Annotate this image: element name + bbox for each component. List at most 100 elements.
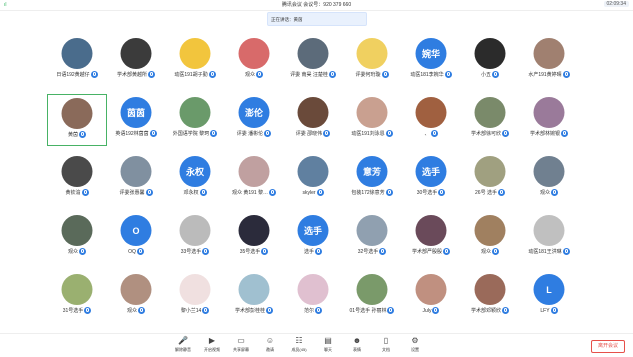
avatar — [356, 215, 388, 246]
meeting-id[interactable]: 920 379 660 — [323, 2, 351, 8]
participant-tile[interactable]: 评委 邵晓伟 — [283, 94, 343, 146]
avatar — [120, 156, 152, 187]
participant-tile[interactable]: 选手 选手 — [283, 212, 343, 264]
participant-tile[interactable]: 学术部邓颖欣 — [460, 271, 520, 323]
participant-tile[interactable]: 外国语学院 黎珂 — [165, 94, 225, 146]
participant-tile[interactable]: 31号选手 — [47, 271, 107, 323]
participant-name: 学术部徐可欣 — [470, 131, 501, 137]
muted-mic-icon — [261, 248, 269, 256]
participant-tile[interactable]: 评委张惠馨 — [106, 153, 166, 205]
participant-tile[interactable]: 学术部严殷殷 — [401, 212, 461, 264]
participant-tile[interactable]: 小五 — [460, 35, 520, 87]
participant-name-row: 动医181王洪琳 — [519, 248, 579, 256]
app-name: 腾讯会议 — [281, 2, 302, 8]
muted-mic-icon — [432, 307, 440, 314]
participant-name-row: 动医181李婉华 — [401, 71, 461, 79]
avatar — [61, 215, 93, 246]
participant-name: 学术部黄越所 — [116, 72, 147, 78]
toolbar-button-settings[interactable]: ⚙ 设置 — [402, 336, 428, 353]
participant-tile[interactable]: July — [401, 271, 461, 323]
toolbar-button-microphone[interactable]: 🎤 解除静音 — [170, 336, 196, 353]
avatar — [61, 156, 93, 187]
share-screen-icon: ▭ — [237, 336, 245, 345]
participant-name: 评委 邵晓伟 — [295, 131, 323, 137]
participant-name-row: 评委 邵晓伟 — [283, 130, 343, 138]
participant-name: 黎小兰14 — [180, 308, 202, 314]
participant-tile[interactable]: 32号选手 — [342, 212, 402, 264]
participant-tile[interactable]: skyler — [283, 153, 343, 205]
participant-tile[interactable]: 范尔 — [283, 271, 343, 323]
participant-name: 31号选手 — [62, 308, 84, 314]
participant-tile[interactable]: 婉华 动医181李婉华 — [401, 35, 461, 87]
participant-tile[interactable]: 黄茵 — [47, 94, 107, 146]
participant-name-row: 学术部林婉银 — [519, 130, 579, 138]
avatar — [356, 274, 388, 305]
participant-tile[interactable]: 观众 — [460, 212, 520, 264]
toolbar-button-chat[interactable]: ▤ 聊天 — [315, 336, 341, 353]
participant-name: 邓永权 — [183, 190, 199, 196]
muted-mic-icon — [148, 71, 155, 79]
participant-tile[interactable]: 黎小兰14 — [165, 271, 225, 323]
muted-mic-icon — [208, 71, 216, 79]
leave-meeting-button[interactable]: 离开会议 — [590, 340, 625, 353]
avatar — [415, 97, 447, 128]
participant-tile[interactable]: 评委 南昊 汪楚桂 — [283, 35, 343, 87]
participant-tile[interactable]: 33号选手 — [165, 212, 225, 264]
participant-tile[interactable]: 01号选手 孙丽林 — [342, 271, 402, 323]
participant-name: 观众 — [539, 190, 550, 196]
participant-tile[interactable]: 观众 — [47, 212, 107, 264]
participant-tile[interactable]: 水产191黄婷晴 — [519, 35, 579, 87]
muted-mic-icon — [266, 307, 273, 315]
participant-tile[interactable]: 学术部徐可欣 — [460, 94, 520, 146]
toolbar-button-share-screen[interactable]: ▭ 共享屏幕 — [228, 336, 254, 353]
avatar — [179, 215, 211, 246]
participant-tile[interactable]: O OQ — [106, 212, 166, 264]
muted-mic-icon — [385, 130, 393, 138]
participant-name-row: 观众 — [224, 71, 284, 79]
participant-name: 日语192黄越仔 — [56, 72, 90, 78]
participant-name-row: 选手 — [283, 248, 343, 256]
toolbar-button-reaction[interactable]: ☻ 表情 — [344, 336, 370, 353]
participant-name-row: 评委 潘彬伦 — [224, 130, 284, 138]
participant-tile[interactable]: 35号选手 — [224, 212, 284, 264]
avatar — [356, 38, 388, 69]
toolbar-label: 邀请 — [266, 347, 274, 352]
participant-tile[interactable]: 评委何珩璇 — [342, 35, 402, 87]
participant-tile[interactable]: 黄钦渝 — [47, 153, 107, 205]
participant-tile[interactable]: 意芳 包装172徐意芳 — [342, 153, 402, 205]
bottom-toolbar: 离开会议 🎤 解除静音 ▶ 开启视频 ▭ 共享屏幕 ☺ 邀请 ☷ 成员(45) ▤ 聊天 ☻ 表情 ▯ 文档 ⚙… — [0, 333, 633, 357]
participant-name-row: skyler — [283, 189, 343, 196]
muted-mic-icon — [443, 248, 450, 256]
participant-tile[interactable]: 学术部彭桂桂 — [224, 271, 284, 323]
participant-tile[interactable]: 学术部黄越所 — [106, 35, 166, 87]
participant-name: 观众 — [480, 249, 491, 255]
participant-tile[interactable]: 茵茵 英语192林茵茵 — [106, 94, 166, 146]
participant-tile[interactable]: 26号 选手 — [460, 153, 520, 205]
participant-tile[interactable]: 学术部林婉银 — [519, 94, 579, 146]
participant-tile[interactable]: 选手 30号选手 — [401, 153, 461, 205]
avatar — [297, 38, 329, 69]
participant-tile[interactable]: 永权 邓永权 — [165, 153, 225, 205]
chat-icon: ▤ — [324, 336, 332, 345]
participant-tile[interactable]: 动医191胡子勤 — [165, 35, 225, 87]
participant-tile[interactable]: 、 — [401, 94, 461, 146]
participant-tile[interactable]: 动医191刘泳恩 — [342, 94, 402, 146]
participant-name: 观众 黄191 黎… — [231, 190, 269, 196]
participant-name: 观众 — [126, 308, 137, 314]
participant-tile[interactable]: 观众 黄191 黎… — [224, 153, 284, 205]
participant-tile[interactable]: 观众 — [519, 153, 579, 205]
participant-tile[interactable]: 观众 — [106, 271, 166, 323]
muted-mic-icon — [316, 189, 324, 196]
muted-mic-icon — [551, 189, 558, 197]
toolbar-button-members[interactable]: ☷ 成员(45) — [286, 336, 312, 353]
participant-name-row: 学术部徐可欣 — [460, 130, 520, 138]
participant-tile[interactable]: 澎伦 评委 潘彬伦 — [224, 94, 284, 146]
participant-tile[interactable]: 动医181王洪琳 — [519, 212, 579, 264]
participant-tile[interactable]: 观众 — [224, 35, 284, 87]
toolbar-button-camera[interactable]: ▶ 开启视频 — [199, 336, 225, 353]
toolbar-button-document[interactable]: ▯ 文档 — [373, 336, 399, 353]
participant-tile[interactable]: 日语192黄越仔 — [47, 35, 107, 87]
toolbar-button-invite[interactable]: ☺ 邀请 — [257, 336, 283, 353]
participant-tile[interactable]: L LFY — [519, 271, 579, 323]
meeting-id-label: 会议号： — [301, 2, 324, 8]
